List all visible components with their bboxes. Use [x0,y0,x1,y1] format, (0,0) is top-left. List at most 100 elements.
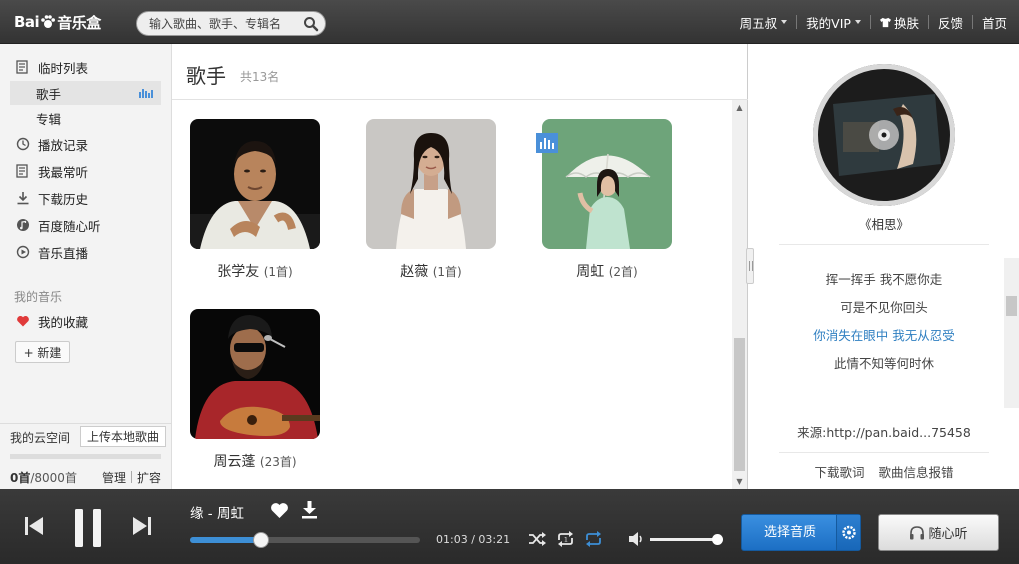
artist-song-count: (1首) [432,265,462,279]
music-note-icon [17,219,29,231]
main-scrollbar[interactable]: ▲ ▼ [732,100,747,489]
artist-photo[interactable] [190,119,320,249]
divider [130,471,132,483]
artist-card[interactable]: 周虹 (2首) [536,119,672,281]
time-display: 01:03 / 03:21 [436,533,511,546]
progress-bar[interactable] [190,532,420,548]
artist-card[interactable]: 周云蓬 (23首) [190,309,320,471]
cloud-space-title: 我的云空间 [10,431,71,445]
divider [779,452,989,453]
my-music-section-label: 我的音乐 [14,290,63,304]
artist-song-count: (1首) [263,265,293,279]
sidebar-item-albums[interactable]: 专辑 [10,106,161,130]
repeat-icon[interactable]: 1 [556,531,575,547]
now-playing-title: 缘 - 周虹 [190,506,244,522]
artist-name: 周云蓬 [213,454,256,470]
volume-slider[interactable] [650,534,723,545]
divider [779,244,989,245]
equalizer-icon [139,89,153,98]
artist-count: 共13名 [240,70,280,84]
sidebar-item-label: 临时列表 [38,60,89,76]
artist-name: 张学友 [217,264,260,280]
sidebar-item-artists[interactable]: 歌手 [10,81,161,105]
loop-icon[interactable] [584,531,603,547]
nav-home-label: 首页 [981,15,1007,31]
volume-knob[interactable] [712,534,723,545]
sidebar-item-most-played[interactable]: 我最常听 [10,159,161,183]
nav-user-menu[interactable]: 周五叔 [731,13,797,32]
scroll-up-arrow[interactable]: ▲ [734,102,745,113]
search-icon[interactable] [303,16,319,32]
scroll-thumb[interactable] [734,338,745,471]
lyric-line: 可是不见你回头 [840,300,928,315]
new-playlist-button[interactable]: + 新建 [15,341,70,363]
artist-photo[interactable] [366,119,496,249]
sidebar-item-label: 专辑 [36,111,62,127]
storage-used: 0首 [10,471,31,485]
sidebar-item-live-music[interactable]: 音乐直播 [10,240,161,264]
logo[interactable]: Bai 音乐盒 [14,8,101,36]
artist-song-count: (2首) [608,265,638,279]
heart-icon[interactable] [270,502,289,519]
now-playing-badge [536,133,558,153]
artist-label: 张学友 (1首) [190,261,320,281]
quality-select-label: 选择音质 [763,525,816,540]
quality-select-button[interactable]: 选择音质 [741,514,861,551]
shuffle-icon[interactable] [528,531,546,547]
volume-icon[interactable] [628,531,646,547]
list-icon [16,60,28,74]
sidebar-item-temp-list[interactable]: 临时列表 [10,55,161,79]
lyric-line: 挥一挥手 我不愿你走 [825,272,943,287]
manage-link[interactable]: 管理 [102,469,126,486]
download-icon[interactable] [301,501,318,519]
search-input[interactable] [149,15,299,33]
sidebar-item-label: 播放记录 [38,137,89,153]
artist-photo[interactable] [542,119,672,249]
artist-song-count: (23首) [259,455,297,469]
progress-knob[interactable] [253,532,270,548]
report-error-link[interactable]: 歌曲信息报错 [878,465,953,480]
song-name: 《相思》 [858,217,909,232]
page-title: 歌手 [186,64,226,88]
paw-icon [41,15,56,28]
artist-card[interactable]: 赵薇 (1首) [366,119,496,281]
sidebar-item-label: 音乐直播 [38,245,89,261]
sidebar-item-label: 下载历史 [38,191,89,207]
artist-label: 周虹 (2首) [542,261,672,281]
quality-settings[interactable] [836,515,860,550]
random-listen-button[interactable]: 随心听 [878,514,999,551]
nav-vip-menu[interactable]: 我的VIP [797,13,870,32]
main-header: 歌手 共13名 [172,44,748,100]
storage-usage-bar [10,454,161,459]
download-lyrics-link[interactable]: 下载歌词 [814,465,864,480]
play-circle-icon [16,245,30,259]
pause-icon[interactable] [74,509,102,547]
sidebar-item-download-history[interactable]: 下载历史 [10,186,161,210]
top-nav: 周五叔 我的VIP 换肤 反馈 首页 [731,0,1019,44]
list-icon [16,164,28,178]
sidebar-item-favorites[interactable]: 我的收藏 [10,309,161,333]
progress-fill [190,537,262,543]
search-box[interactable] [136,11,326,36]
nav-skin-label: 换肤 [893,15,919,31]
lyrics-scrollbar[interactable] [1004,258,1019,408]
artist-photo[interactable] [190,309,320,439]
player-bar: 缘 - 周虹 01:03 / 03:21 1 选择音质 随心听 [0,489,1019,564]
gear-icon [842,525,856,540]
nav-home[interactable]: 首页 [973,13,1019,32]
scroll-thumb[interactable] [1006,296,1017,316]
upload-local-songs-button[interactable]: 上传本地歌曲 [80,426,166,447]
previous-track-icon[interactable] [24,516,44,536]
sidebar-item-baidu-radio[interactable]: 百度随心听 [10,213,161,237]
expand-link[interactable]: 扩容 [137,469,161,486]
scroll-down-arrow[interactable]: ▼ [734,476,745,487]
storage-usage-count: 0首/8000首 [10,469,77,486]
artist-card[interactable]: 张学友 (1首) [190,119,320,281]
nav-skin[interactable]: 换肤 [871,13,928,32]
sidebar-item-play-history[interactable]: 播放记录 [10,132,161,156]
now-playing-pane: 《相思》 挥一挥手 我不愿你走 可是不见你回头 你消失在眼中 我无从忍受 此情不… [746,44,1019,489]
sidebar-item-label: 百度随心听 [38,218,101,234]
next-track-icon[interactable] [132,516,152,536]
nav-feedback[interactable]: 反馈 [929,13,972,32]
main-content: 歌手 共13名 张学友 (1首) 赵薇 (1首) 周虹 (2首) 周云蓬 (23… [172,44,748,489]
